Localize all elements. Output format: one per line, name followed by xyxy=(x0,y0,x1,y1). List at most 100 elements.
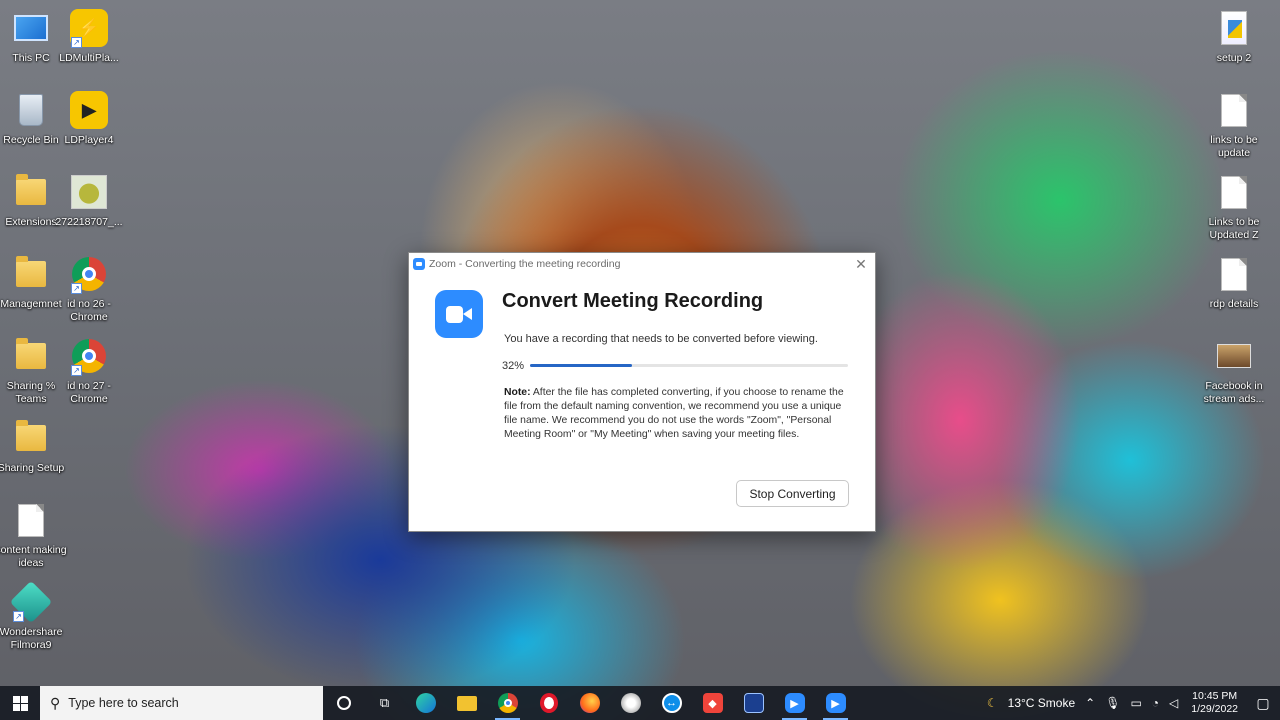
note-label: Note: xyxy=(504,387,531,398)
zoom-camera-icon xyxy=(435,290,483,338)
desktop-icon[interactable]: ⚡ ↗ LDMultiPla... xyxy=(53,8,125,65)
folder-icon xyxy=(11,172,51,212)
window-title: Zoom - Converting the meeting recording xyxy=(429,258,621,270)
desktop-icon[interactable]: content making ideas xyxy=(0,500,67,570)
network-app-icon xyxy=(743,693,764,713)
desktop-icon[interactable]: ▶ LDPlayer4 xyxy=(53,90,125,147)
desktop-icon-label: content making ideas xyxy=(0,544,67,569)
document-icon xyxy=(11,500,51,540)
folder-icon xyxy=(11,336,51,376)
desktop-icon-label: id no 27 - Chrome xyxy=(67,380,111,405)
zoom-small-icon xyxy=(413,258,425,270)
zoom-taskbar-button-2[interactable]: ▶ xyxy=(815,686,856,720)
show-hidden-icons[interactable]: ⌃ xyxy=(1085,696,1095,710)
desktop-icon[interactable]: setup 2 xyxy=(1198,8,1270,65)
desktop-icon[interactable]: links to be update xyxy=(1198,90,1270,160)
desktop-icon[interactable]: 272218707_... xyxy=(53,172,125,229)
desktop-icon-label: Links to be Updated Z xyxy=(1208,216,1260,241)
dialog-note: Note: After the file has completed conve… xyxy=(504,386,844,442)
progress-bar xyxy=(530,364,848,367)
search-placeholder: Type here to search xyxy=(68,696,179,710)
desktop-icon[interactable]: ↗ id no 26 - Chrome xyxy=(53,254,125,324)
desktop-icon[interactable]: Facebook in stream ads... xyxy=(1198,336,1270,406)
chrome-icon: ↗ xyxy=(69,336,109,376)
desktop-icon-label: Facebook in stream ads... xyxy=(1203,380,1265,405)
document-icon xyxy=(1214,254,1254,294)
start-button[interactable] xyxy=(0,686,40,720)
ldplayer-icon: ▶ xyxy=(69,90,109,130)
windows-icon xyxy=(12,695,28,711)
image-thumbnail-icon xyxy=(1214,336,1254,376)
cortana-icon xyxy=(336,696,351,710)
zoom-icon: ▶ xyxy=(825,693,846,713)
desktop-icon-label: setup 2 xyxy=(1216,52,1252,64)
firefox-button[interactable] xyxy=(569,686,610,720)
opera-button[interactable] xyxy=(528,686,569,720)
chrome-taskbar-button[interactable] xyxy=(487,686,528,720)
desktop-icon[interactable]: Sharing Setup xyxy=(0,418,67,475)
task-view-button[interactable]: ⧉ xyxy=(364,686,405,720)
file-explorer-icon xyxy=(456,695,477,711)
stop-converting-button[interactable]: Stop Converting xyxy=(736,480,849,507)
notification-center-icon[interactable]: ▢ xyxy=(1246,686,1280,720)
weather-icon: ☾ xyxy=(986,696,998,710)
document-icon xyxy=(1214,172,1254,212)
battery-icon[interactable]: ▭ xyxy=(1130,696,1141,710)
desktop-icon[interactable]: rdp details xyxy=(1198,254,1270,311)
chrome-icon xyxy=(497,693,518,713)
task-view-icon: ⧉ xyxy=(379,695,390,710)
firefox-icon xyxy=(579,693,600,713)
paint-button[interactable] xyxy=(610,686,651,720)
dialog-titlebar[interactable]: Zoom - Converting the meeting recording … xyxy=(409,253,875,275)
taskbar: ⚲ Type here to search ⧉ ↔ ◆ ▶ ▶ ☾ 13°C S… xyxy=(0,686,1280,720)
desktop-icon-label: Wondershare Filmora9 xyxy=(0,626,63,651)
cortana-button[interactable] xyxy=(323,686,364,720)
progress-fill xyxy=(530,364,632,367)
desktop-icon-label: Sharing Setup xyxy=(0,462,65,474)
edge-button[interactable] xyxy=(405,686,446,720)
setup-file-icon xyxy=(1214,8,1254,48)
microphone-icon[interactable]: 🎙︎ xyxy=(1105,696,1120,710)
desktop-icon-label: links to be update xyxy=(1210,134,1258,159)
network-app-button[interactable] xyxy=(733,686,774,720)
progress-percent: 32% xyxy=(502,360,525,372)
chrome-icon: ↗ xyxy=(69,254,109,294)
anydesk-icon: ◆ xyxy=(702,693,723,713)
desktop-icon[interactable]: ↗ Wondershare Filmora9 xyxy=(0,580,67,652)
desktop-icon-label: LDPlayer4 xyxy=(64,134,114,146)
clock-date: 1/29/2022 xyxy=(1191,703,1238,715)
weather-text[interactable]: 13°C Smoke xyxy=(1008,696,1076,710)
desktop-icon-label: id no 26 - Chrome xyxy=(67,298,111,323)
network-icon[interactable]: ◔ xyxy=(1152,696,1159,710)
note-text: After the file has completed converting,… xyxy=(504,387,844,440)
opera-icon xyxy=(539,693,558,713)
convert-recording-dialog: Zoom - Converting the meeting recording … xyxy=(408,252,876,532)
document-icon xyxy=(1214,90,1254,130)
edge-icon xyxy=(415,693,436,713)
recycle-bin-icon xyxy=(11,90,51,130)
desktop-icon[interactable]: Links to be Updated Z xyxy=(1198,172,1270,242)
desktop-icon-label: rdp details xyxy=(1209,298,1259,310)
paint-icon xyxy=(620,693,641,713)
clock-time: 10:45 PM xyxy=(1192,690,1238,702)
teamviewer-icon: ↔ xyxy=(661,693,682,713)
volume-icon[interactable]: ◁ xyxy=(1169,696,1178,710)
desktop-icon[interactable]: ↗ id no 27 - Chrome xyxy=(53,336,125,406)
filmora-icon: ↗ xyxy=(9,580,53,624)
folder-icon xyxy=(11,254,51,294)
clock[interactable]: 10:45 PM 1/29/2022 xyxy=(1191,690,1238,716)
teamviewer-button[interactable]: ↔ xyxy=(651,686,692,720)
taskbar-search[interactable]: ⚲ Type here to search xyxy=(40,686,323,720)
anydesk-button[interactable]: ◆ xyxy=(692,686,733,720)
desktop-icon-label: 272218707_... xyxy=(55,216,123,228)
dialog-subtext: You have a recording that needs to be co… xyxy=(504,333,818,345)
zoom-icon: ▶ xyxy=(784,693,805,713)
file-explorer-button[interactable] xyxy=(446,686,487,720)
system-tray: ☾ 13°C Smoke ⌃ 🎙︎ ▭ ◔ ◁ 10:45 PM 1/29/20… xyxy=(982,686,1280,720)
search-icon: ⚲ xyxy=(50,694,61,711)
desktop-icon-label: LDMultiPla... xyxy=(59,52,119,64)
zoom-taskbar-button-1[interactable]: ▶ xyxy=(774,686,815,720)
dialog-heading: Convert Meeting Recording xyxy=(502,290,764,312)
close-button[interactable]: ✕ xyxy=(853,256,869,272)
ldmultiplayer-icon: ⚡ ↗ xyxy=(69,8,109,48)
